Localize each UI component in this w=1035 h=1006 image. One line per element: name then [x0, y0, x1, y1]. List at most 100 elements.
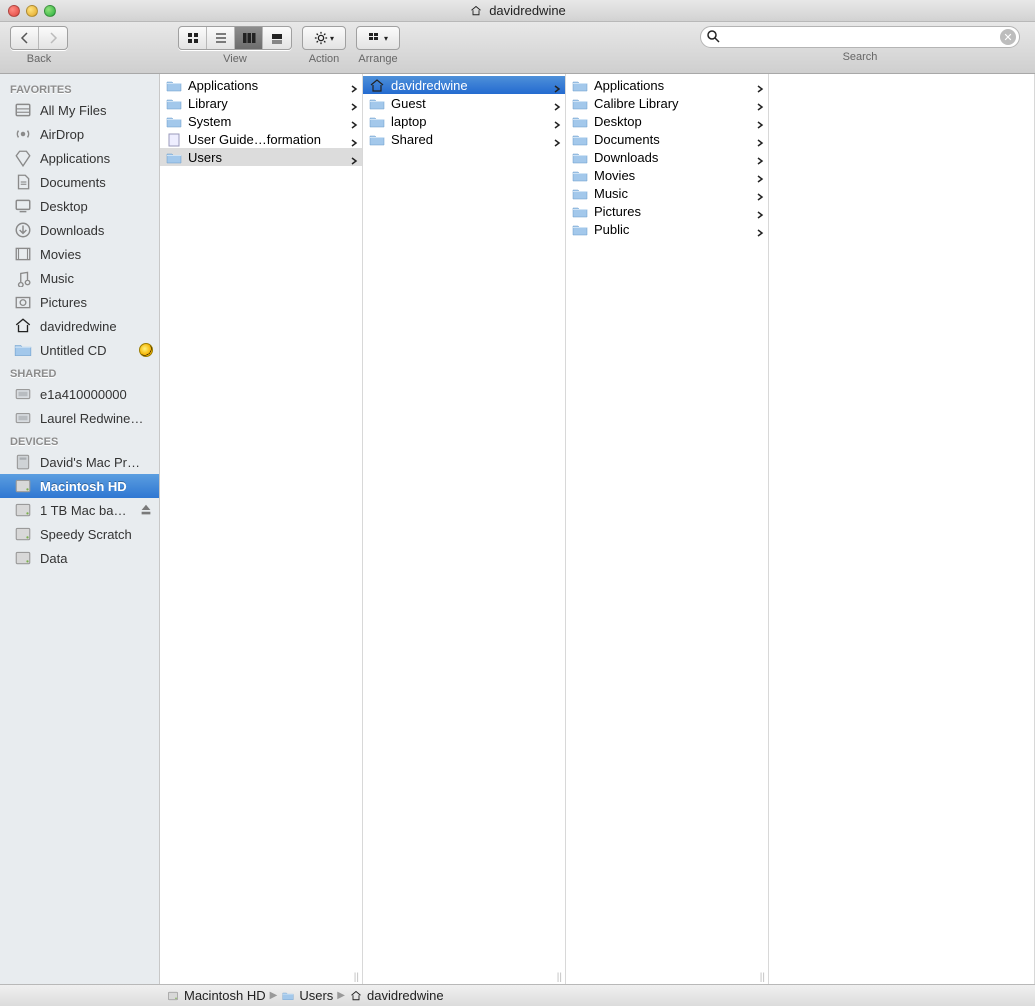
chevron-right-icon — [756, 207, 764, 215]
back-button[interactable] — [11, 27, 39, 49]
chevron-right-icon — [350, 135, 358, 143]
row-label: Pictures — [594, 204, 750, 219]
path-segment-label: Macintosh HD — [184, 988, 266, 1003]
window-minimize-button[interactable] — [26, 5, 38, 17]
sidebar-item[interactable]: Pictures — [0, 290, 159, 314]
column-2: davidredwine Guest laptop Shared || — [363, 74, 566, 984]
column-row[interactable]: Music — [566, 184, 768, 202]
sidebar-item[interactable]: Data — [0, 546, 159, 570]
view-icons-button[interactable] — [179, 27, 207, 49]
row-label: Library — [188, 96, 344, 111]
sidebar-item[interactable]: Untitled CD — [0, 338, 159, 362]
sidebar-item[interactable]: Movies — [0, 242, 159, 266]
network-machine-icon — [14, 409, 32, 427]
sidebar-item[interactable]: All My Files — [0, 98, 159, 122]
sidebar-item-label: 1 TB Mac ba… — [40, 503, 131, 518]
burn-folder-icon — [14, 341, 32, 359]
column-row[interactable]: Downloads — [566, 148, 768, 166]
sidebar-item[interactable]: David's Mac Pr… — [0, 450, 159, 474]
sidebar-item-label: Downloads — [40, 223, 153, 238]
path-segment-label: Users — [299, 988, 333, 1003]
row-label: Documents — [594, 132, 750, 147]
folder-icon — [572, 168, 588, 182]
chevron-right-icon — [756, 153, 764, 161]
external-disk-icon — [14, 549, 32, 567]
sidebar-item[interactable]: Applications — [0, 146, 159, 170]
applications-icon — [14, 149, 32, 167]
column-row[interactable]: davidredwine — [363, 76, 565, 94]
sidebar-item[interactable]: 1 TB Mac ba… — [0, 498, 159, 522]
sidebar-item[interactable]: davidredwine — [0, 314, 159, 338]
folder-icon — [281, 990, 295, 1002]
view-segment — [178, 26, 292, 50]
column-row[interactable]: Applications — [566, 76, 768, 94]
sidebar-item[interactable]: Downloads — [0, 218, 159, 242]
sidebar-item[interactable]: Music — [0, 266, 159, 290]
sidebar-item[interactable]: Laurel Redwine… — [0, 406, 159, 430]
column-row[interactable]: Applications — [160, 76, 362, 94]
path-segment[interactable]: davidredwine — [349, 988, 444, 1003]
path-separator-icon: ▶ — [270, 990, 278, 1001]
desktop-icon — [14, 197, 32, 215]
row-label: Guest — [391, 96, 547, 111]
action-button[interactable]: ▾ — [302, 26, 346, 50]
row-label: Applications — [594, 78, 750, 93]
column-row[interactable]: Users — [160, 148, 362, 166]
window-close-button[interactable] — [8, 5, 20, 17]
sidebar-item[interactable]: e1a410000000 — [0, 382, 159, 406]
column-row[interactable]: Guest — [363, 94, 565, 112]
chevron-right-icon — [350, 153, 358, 161]
sidebar-item[interactable]: AirDrop — [0, 122, 159, 146]
column-4 — [769, 74, 1035, 984]
column-row[interactable]: Library — [160, 94, 362, 112]
action-label: Action — [309, 53, 340, 65]
column-row[interactable]: laptop — [363, 112, 565, 130]
sidebar-item[interactable]: Macintosh HD — [0, 474, 159, 498]
external-disk-icon — [14, 501, 32, 519]
column-row[interactable]: Shared — [363, 130, 565, 148]
column-row[interactable]: Documents — [566, 130, 768, 148]
column-row[interactable]: Movies — [566, 166, 768, 184]
column-row[interactable]: Calibre Library — [566, 94, 768, 112]
row-label: Shared — [391, 132, 547, 147]
window-zoom-button[interactable] — [44, 5, 56, 17]
eject-icon[interactable] — [139, 503, 153, 517]
sidebar-item[interactable]: Speedy Scratch — [0, 522, 159, 546]
view-coverflow-button[interactable] — [263, 27, 291, 49]
column-resize-handle[interactable]: || — [757, 971, 768, 984]
sidebar-item[interactable]: Documents — [0, 170, 159, 194]
path-segment[interactable]: Users — [281, 988, 333, 1003]
chevron-right-icon — [350, 117, 358, 125]
pictures-icon — [14, 293, 32, 311]
folder-icon — [572, 150, 588, 164]
folder-icon — [166, 96, 182, 110]
sidebar-section-devices: DEVICES — [0, 430, 159, 450]
column-resize-handle[interactable]: || — [351, 971, 362, 984]
pathbar: Macintosh HD▶Users▶davidredwine — [0, 984, 1035, 1006]
view-columns-button[interactable] — [235, 27, 263, 49]
path-segment[interactable]: Macintosh HD — [166, 988, 266, 1003]
row-label: Public — [594, 222, 750, 237]
burn-disc-icon — [139, 343, 153, 357]
row-label: Calibre Library — [594, 96, 750, 111]
path-segment-label: davidredwine — [367, 988, 444, 1003]
column-row[interactable]: User Guide…formation — [160, 130, 362, 148]
toolbar: Back View ▾ Action ▾ Arrange ✕ Search — [0, 22, 1035, 74]
column-row[interactable]: Public — [566, 220, 768, 238]
row-label: Users — [188, 150, 344, 165]
folder-icon — [166, 78, 182, 92]
column-row[interactable]: System — [160, 112, 362, 130]
view-list-button[interactable] — [207, 27, 235, 49]
row-label: laptop — [391, 114, 547, 129]
arrange-button[interactable]: ▾ — [356, 26, 400, 50]
column-row[interactable]: Desktop — [566, 112, 768, 130]
folder-icon — [572, 78, 588, 92]
search-clear-button[interactable]: ✕ — [1000, 29, 1016, 45]
sidebar-item[interactable]: Desktop — [0, 194, 159, 218]
column-resize-handle[interactable]: || — [554, 971, 565, 984]
search-input[interactable] — [700, 26, 1020, 48]
home-icon — [369, 78, 385, 92]
forward-button[interactable] — [39, 27, 67, 49]
sidebar-item-label: Speedy Scratch — [40, 527, 153, 542]
column-row[interactable]: Pictures — [566, 202, 768, 220]
